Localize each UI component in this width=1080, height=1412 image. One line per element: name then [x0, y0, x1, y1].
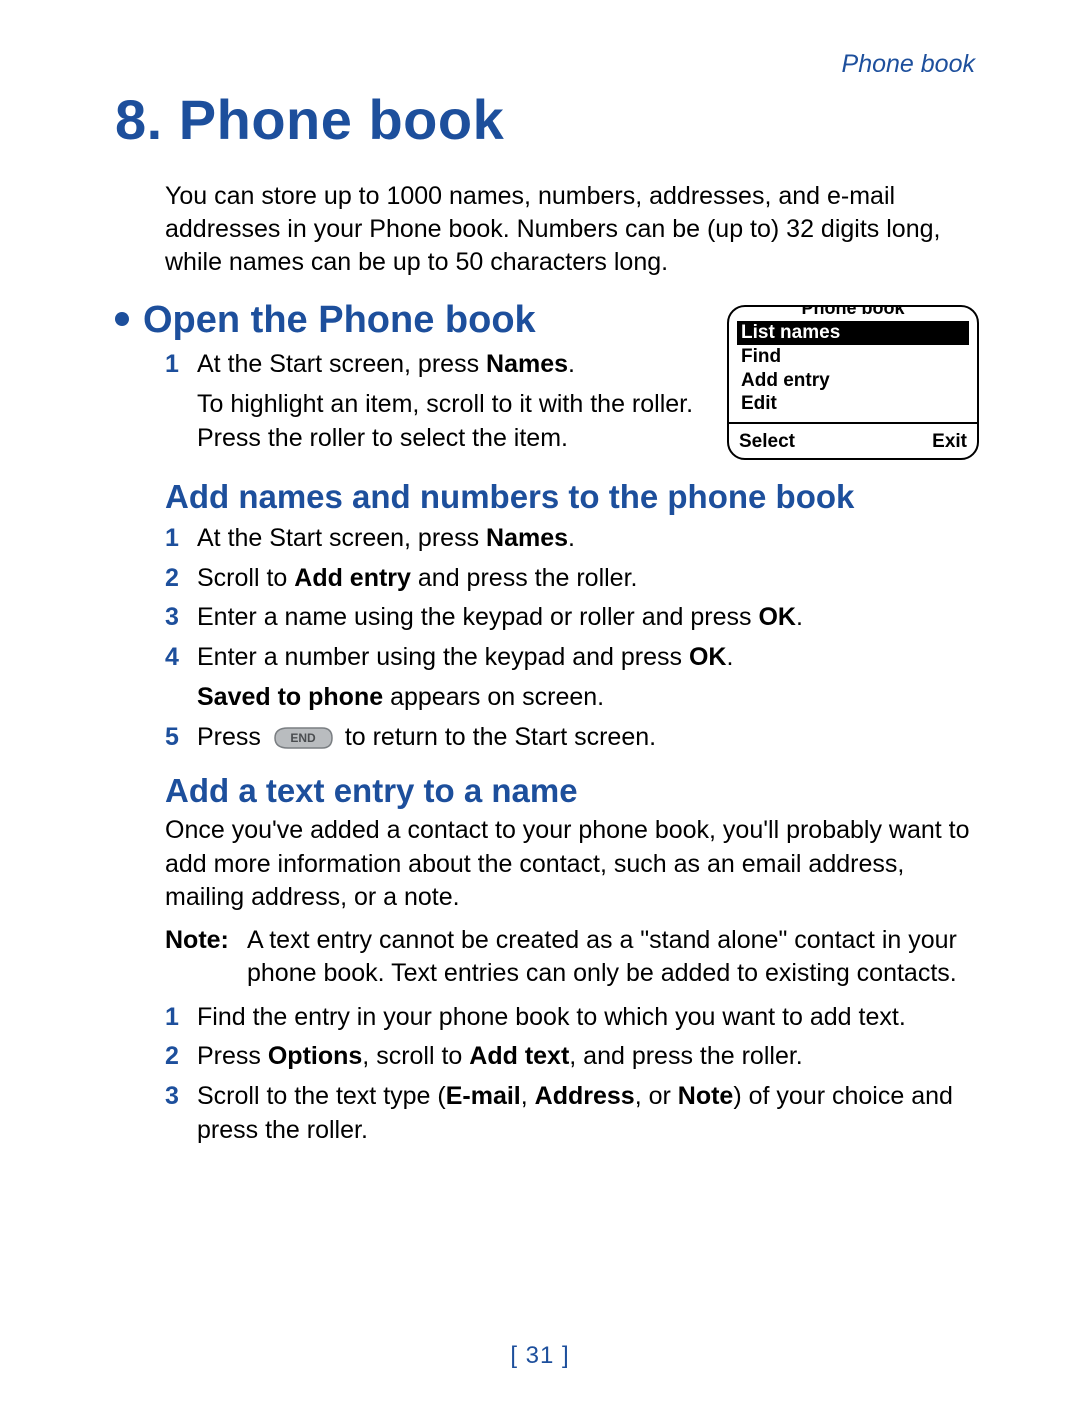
- bold-fragment: E-mail: [446, 1082, 521, 1110]
- step-text: Press Options, scroll to Add text, and p…: [197, 1040, 975, 1074]
- add-names-step-5: 5 Press END to return to the Start scree…: [165, 721, 975, 755]
- softkey-right: Exit: [932, 430, 967, 454]
- page-number: [ 31 ]: [0, 1342, 1080, 1370]
- bold-fragment: Add text: [469, 1042, 569, 1070]
- softkey-left: Select: [739, 430, 795, 454]
- text-fragment: ,: [521, 1082, 535, 1110]
- text-fragment: .: [568, 350, 575, 378]
- note-text: A text entry cannot be created as a "sta…: [247, 924, 975, 991]
- step-text: Press END to return to the Start screen.: [197, 721, 975, 755]
- add-text-step-3: 3 Scroll to the text type (E-mail, Addre…: [165, 1080, 975, 1148]
- text-fragment: At the Start screen, press: [197, 524, 486, 552]
- running-head: Phone book: [115, 50, 975, 79]
- note-block: Note: A text entry cannot be created as …: [165, 924, 975, 991]
- text-fragment: .: [568, 524, 575, 552]
- step-number: 2: [165, 1040, 197, 1074]
- open-step-1: 1 At the Start screen, press Names.: [165, 348, 709, 382]
- manual-page: Phone book 8. Phone book You can store u…: [0, 0, 1080, 1412]
- text-fragment: Scroll to: [197, 564, 294, 592]
- bold-fragment: Note: [678, 1082, 734, 1110]
- add-text-step-1: 1 Find the entry in your phone book to w…: [165, 1001, 975, 1035]
- phone-screen-item: Edit: [737, 392, 969, 416]
- step-text: Scroll to the text type (E-mail, Address…: [197, 1080, 975, 1148]
- bullet-icon: [115, 312, 129, 326]
- phone-screen-item: Add entry: [737, 369, 969, 393]
- text-fragment: appears on screen.: [383, 683, 604, 711]
- end-key-icon: END: [272, 725, 334, 751]
- saved-to-phone-line: Saved to phone appears on screen.: [197, 681, 975, 715]
- phone-screen-item: Find: [737, 345, 969, 369]
- step-number: 2: [165, 562, 197, 596]
- add-names-step-1: 1 At the Start screen, press Names.: [165, 522, 975, 556]
- chapter-intro: You can store up to 1000 names, numbers,…: [165, 180, 975, 279]
- bold-fragment: OK: [758, 603, 796, 631]
- section-add-names-heading: Add names and numbers to the phone book: [165, 478, 975, 516]
- bold-fragment: Names: [486, 350, 568, 378]
- step-number: 1: [165, 522, 197, 556]
- step-number: 3: [165, 601, 197, 635]
- step-number: 1: [165, 1001, 197, 1035]
- section-open-heading-text: Open the Phone book: [143, 299, 536, 341]
- text-fragment: At the Start screen, press: [197, 350, 486, 378]
- step-number: 5: [165, 721, 197, 755]
- step-number: 3: [165, 1080, 197, 1148]
- step-text: Enter a name using the keypad or roller …: [197, 601, 975, 635]
- bold-fragment: Address: [535, 1082, 635, 1110]
- step-text: At the Start screen, press Names.: [197, 348, 709, 382]
- step-number: 4: [165, 641, 197, 675]
- add-names-step-2: 2 Scroll to Add entry and press the roll…: [165, 562, 975, 596]
- phone-screen-illustration: Phone book List names Find Add entry Edi…: [727, 305, 979, 460]
- text-fragment: Scroll to the text type (: [197, 1082, 446, 1110]
- add-names-step-4: 4 Enter a number using the keypad and pr…: [165, 641, 975, 675]
- add-text-step-2: 2 Press Options, scroll to Add text, and…: [165, 1040, 975, 1074]
- chapter-title: 8. Phone book: [115, 87, 975, 152]
- bold-fragment: Saved to phone: [197, 683, 383, 711]
- add-names-step-3: 3 Enter a name using the keypad or rolle…: [165, 601, 975, 635]
- end-key-label: END: [290, 731, 316, 745]
- text-fragment: Press: [197, 1042, 268, 1070]
- text-fragment: , scroll to: [362, 1042, 469, 1070]
- chapter-number: 8.: [115, 88, 163, 151]
- open-phonebook-row: Open the Phone book 1 At the Start scree…: [115, 297, 975, 460]
- add-text-intro: Once you've added a contact to your phon…: [165, 814, 975, 914]
- note-label: Note:: [165, 924, 247, 991]
- text-fragment: , and press the roller.: [569, 1042, 802, 1070]
- step-text: At the Start screen, press Names.: [197, 522, 975, 556]
- step-number: 1: [165, 348, 197, 382]
- section-open-heading: Open the Phone book: [115, 299, 709, 342]
- bold-fragment: Names: [486, 524, 568, 552]
- phone-screen-title: Phone book: [796, 305, 911, 320]
- text-fragment: .: [726, 643, 733, 671]
- section-add-text-heading: Add a text entry to a name: [165, 772, 975, 810]
- text-fragment: , or: [635, 1082, 678, 1110]
- bold-fragment: Add entry: [294, 564, 411, 592]
- text-fragment: and press the roller.: [411, 564, 638, 592]
- bold-fragment: OK: [689, 643, 727, 671]
- open-step-1-sub: To highlight an item, scroll to it with …: [197, 388, 709, 456]
- phone-screen-item-selected: List names: [737, 321, 969, 345]
- step-text: Enter a number using the keypad and pres…: [197, 641, 975, 675]
- step-text: Scroll to Add entry and press the roller…: [197, 562, 975, 596]
- text-fragment: Enter a name using the keypad or roller …: [197, 603, 758, 631]
- text-fragment: Press: [197, 723, 268, 751]
- step-text: Find the entry in your phone book to whi…: [197, 1001, 975, 1035]
- chapter-name: Phone book: [179, 88, 504, 151]
- text-fragment: Enter a number using the keypad and pres…: [197, 643, 689, 671]
- bold-fragment: Options: [268, 1042, 362, 1070]
- text-fragment: .: [796, 603, 803, 631]
- text-fragment: to return to the Start screen.: [345, 723, 656, 751]
